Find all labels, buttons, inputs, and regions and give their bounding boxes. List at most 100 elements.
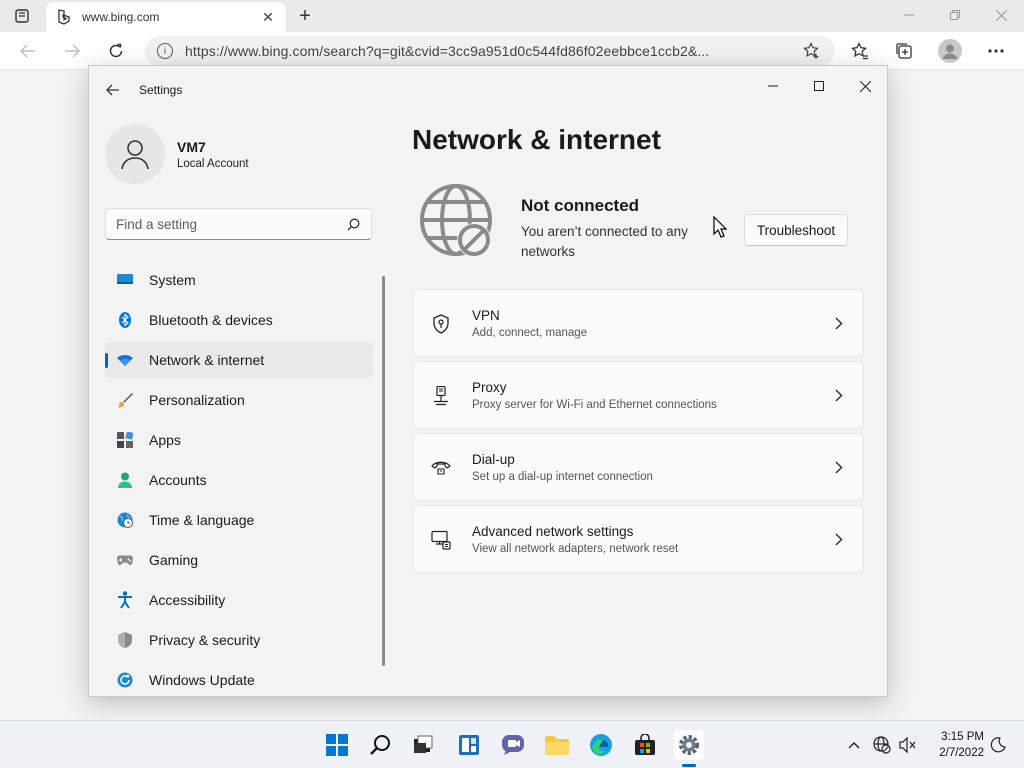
connection-status: Not connected You aren’t connected to an…: [412, 184, 864, 264]
user-name: VM7: [177, 138, 206, 155]
dialup-icon: [431, 458, 451, 478]
settings-maximize-button[interactable]: [796, 70, 842, 102]
settings-card-vpn[interactable]: VPN Add, connect, manage: [413, 289, 864, 357]
settings-gear-icon[interactable]: [674, 730, 704, 760]
gamepad-icon: [117, 552, 133, 568]
sidebar-item-gaming[interactable]: Gaming: [105, 542, 373, 578]
search-taskbar-icon[interactable]: [366, 730, 396, 760]
sidebar-item-network-internet[interactable]: Network & internet: [105, 342, 373, 378]
sidebar-item-bluetooth-devices[interactable]: Bluetooth & devices: [105, 302, 373, 338]
back-arrow-icon[interactable]: [14, 38, 42, 64]
sidebar-item-personalization[interactable]: Personalization: [105, 382, 373, 418]
sidebar-item-accessibility[interactable]: Accessibility: [105, 582, 373, 618]
browser-tab[interactable]: www.bing.com ✕: [46, 2, 286, 32]
active-app-indicator: [682, 764, 696, 767]
widgets-icon[interactable]: [454, 730, 484, 760]
add-favorite-icon[interactable]: [801, 40, 823, 62]
mouse-cursor-icon: [713, 216, 727, 238]
network-adapter-icon: [431, 530, 451, 550]
sidebar-item-label: System: [149, 272, 196, 288]
accessibility-icon: [117, 591, 133, 609]
proxy-icon: [431, 386, 451, 406]
nav-scrollbar[interactable]: [382, 276, 385, 666]
apps-icon: [117, 432, 133, 448]
edge-browser-icon[interactable]: [586, 730, 616, 760]
store-icon[interactable]: [630, 730, 660, 760]
search-input[interactable]: [116, 216, 345, 232]
browser-restore-button[interactable]: [932, 0, 978, 30]
browser-close-button[interactable]: [978, 0, 1024, 30]
sidebar-item-label: Windows Update: [149, 672, 255, 688]
start-button-icon[interactable]: [322, 730, 352, 760]
sidebar-item-label: Network & internet: [149, 352, 265, 368]
profile-avatar-icon[interactable]: [936, 38, 964, 64]
collections-icon[interactable]: [890, 38, 918, 64]
url-text[interactable]: https://www.bing.com/search?q=git&cvid=3…: [185, 43, 801, 59]
sidebar-item-accounts[interactable]: Accounts: [105, 462, 373, 498]
sidebar-item-windows-update[interactable]: Windows Update: [105, 662, 373, 698]
sidebar-item-label: Accessibility: [149, 592, 226, 608]
sidebar-item-label: Apps: [149, 432, 181, 448]
sidebar-item-label: Bluetooth & devices: [149, 312, 273, 328]
troubleshoot-button[interactable]: Troubleshoot: [744, 214, 848, 246]
network-globe-icon[interactable]: [871, 734, 893, 756]
settings-card-proxy[interactable]: Proxy Proxy server for Wi-Fi and Ethernet…: [413, 361, 864, 429]
focus-assist-moon-icon[interactable]: [987, 734, 1009, 756]
tab-actions-icon[interactable]: [12, 7, 32, 25]
sidebar-item-label: Accounts: [149, 472, 207, 488]
system-clock[interactable]: 3:15 PM 2/7/2022: [928, 729, 984, 761]
volume-muted-icon[interactable]: [897, 734, 919, 756]
tab-close-icon[interactable]: ✕: [260, 9, 276, 25]
settings-card-advanced-network-settings[interactable]: Advanced network settings View all networ…: [413, 505, 864, 573]
user-profile[interactable]: VM7 Local Account: [105, 124, 249, 184]
sidebar-item-label: Gaming: [149, 552, 199, 568]
bing-favicon-icon: [56, 9, 72, 25]
search-icon[interactable]: [345, 216, 361, 232]
sidebar-item-time-language[interactable]: Time & language: [105, 502, 373, 538]
file-explorer-icon[interactable]: [542, 730, 572, 760]
chevron-right-icon: [833, 459, 845, 475]
forward-arrow-icon[interactable]: [58, 38, 86, 64]
card-title: Advanced network settings: [472, 524, 634, 539]
browser-tabstrip: www.bing.com ✕ +: [0, 0, 1024, 32]
chat-icon[interactable]: [498, 730, 528, 760]
site-info-icon[interactable]: i: [157, 43, 173, 59]
refresh-icon[interactable]: [102, 38, 130, 64]
sidebar-item-privacy-security[interactable]: Privacy & security: [105, 622, 373, 658]
address-bar[interactable]: i https://www.bing.com/search?q=git&cvid…: [145, 36, 835, 66]
clock-time: 3:15 PM: [941, 731, 984, 743]
status-description: You aren’t connected to any networks: [521, 224, 688, 259]
settings-back-icon[interactable]: [103, 80, 123, 100]
settings-minimize-button[interactable]: [750, 70, 796, 102]
task-view-icon[interactable]: [408, 730, 438, 760]
globe-disconnected-icon: [420, 184, 492, 257]
settings-window-title: Settings: [139, 83, 183, 97]
sidebar-item-system[interactable]: System: [105, 262, 373, 298]
person-icon: [117, 472, 133, 488]
page-title: Network & internet: [412, 124, 661, 155]
new-tab-button[interactable]: +: [294, 5, 316, 27]
card-title: Proxy: [472, 380, 507, 395]
shield-icon: [117, 632, 133, 648]
tab-title: www.bing.com: [82, 10, 160, 24]
wifi-icon: [117, 352, 133, 368]
card-subtitle: Proxy server for Wi-Fi and Ethernet conn…: [472, 399, 717, 411]
sidebar-item-apps[interactable]: Apps: [105, 422, 373, 458]
chevron-up-icon[interactable]: [843, 734, 865, 756]
settings-search-box[interactable]: [105, 208, 372, 240]
sidebar-item-label: Time & language: [149, 512, 255, 528]
more-options-icon[interactable]: [982, 38, 1010, 64]
globe-clock-icon: [117, 512, 133, 528]
settings-nav: System Bluetooth & devices Network & inter…: [105, 262, 373, 702]
update-icon: [117, 672, 133, 688]
settings-close-button[interactable]: [842, 70, 888, 102]
card-subtitle: View all network adapters, network reset: [472, 543, 679, 555]
sidebar-item-label: Personalization: [149, 392, 245, 408]
brush-icon: [117, 392, 133, 408]
settings-window: Settings VM7 Local Account System Bluetoo…: [88, 65, 888, 697]
settings-card-dial-up[interactable]: Dial-up Set up a dial-up internet connect…: [413, 433, 864, 501]
account-type: Local Account: [177, 157, 249, 170]
chevron-right-icon: [833, 531, 845, 547]
browser-minimize-button[interactable]: [886, 0, 932, 30]
favorites-icon[interactable]: [846, 38, 874, 64]
